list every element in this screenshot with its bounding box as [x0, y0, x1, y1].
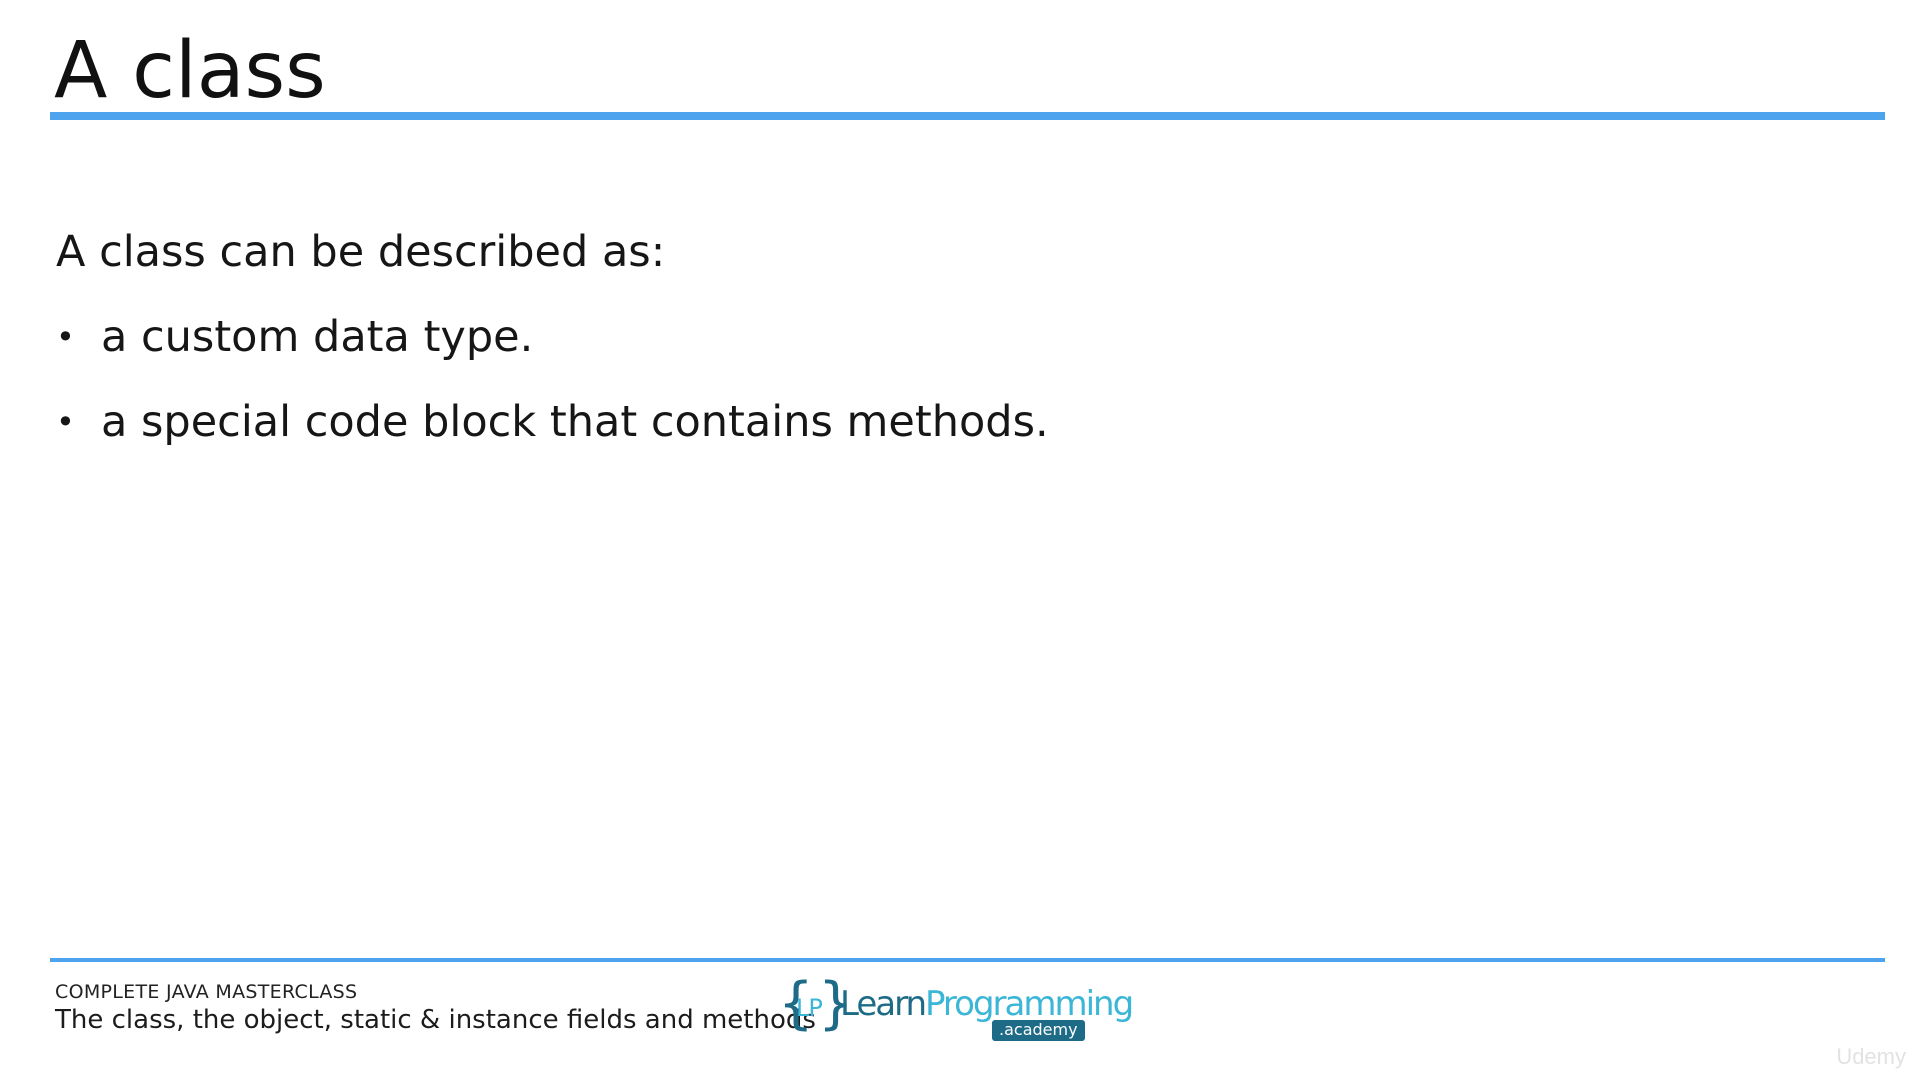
bullet-icon: • [56, 403, 75, 441]
lecture-subtitle: The class, the object, static & instance… [55, 1005, 816, 1035]
slide-title: A class [54, 26, 326, 116]
bullet-item: • a custom data type. [56, 307, 1756, 367]
slide-body: A class can be described as: • a custom … [56, 222, 1756, 477]
bullet-text: a special code block that contains metho… [101, 397, 1049, 447]
logo-word-programming: Programming [925, 984, 1134, 1024]
bullet-icon: • [56, 318, 75, 356]
intro-text: A class can be described as: [56, 227, 666, 277]
logo-academy-badge: .academy [992, 1020, 1085, 1041]
bullet-list: • a custom data type. • a special code b… [56, 307, 1756, 452]
title-underline [50, 112, 1885, 120]
bullet-item: • a special code block that contains met… [56, 392, 1756, 452]
udemy-watermark: Udemy [1836, 1044, 1906, 1069]
footer-divider [50, 958, 1885, 962]
learnprogramming-logo: { LP } LearnProgramming .academy [778, 974, 1134, 1042]
bullet-text: a custom data type. [101, 312, 534, 362]
course-name: COMPLETE JAVA MASTERCLASS [55, 981, 358, 1003]
logo-word-learn: Learn [840, 984, 927, 1024]
logo-wordmark: LearnProgramming [840, 984, 1134, 1024]
